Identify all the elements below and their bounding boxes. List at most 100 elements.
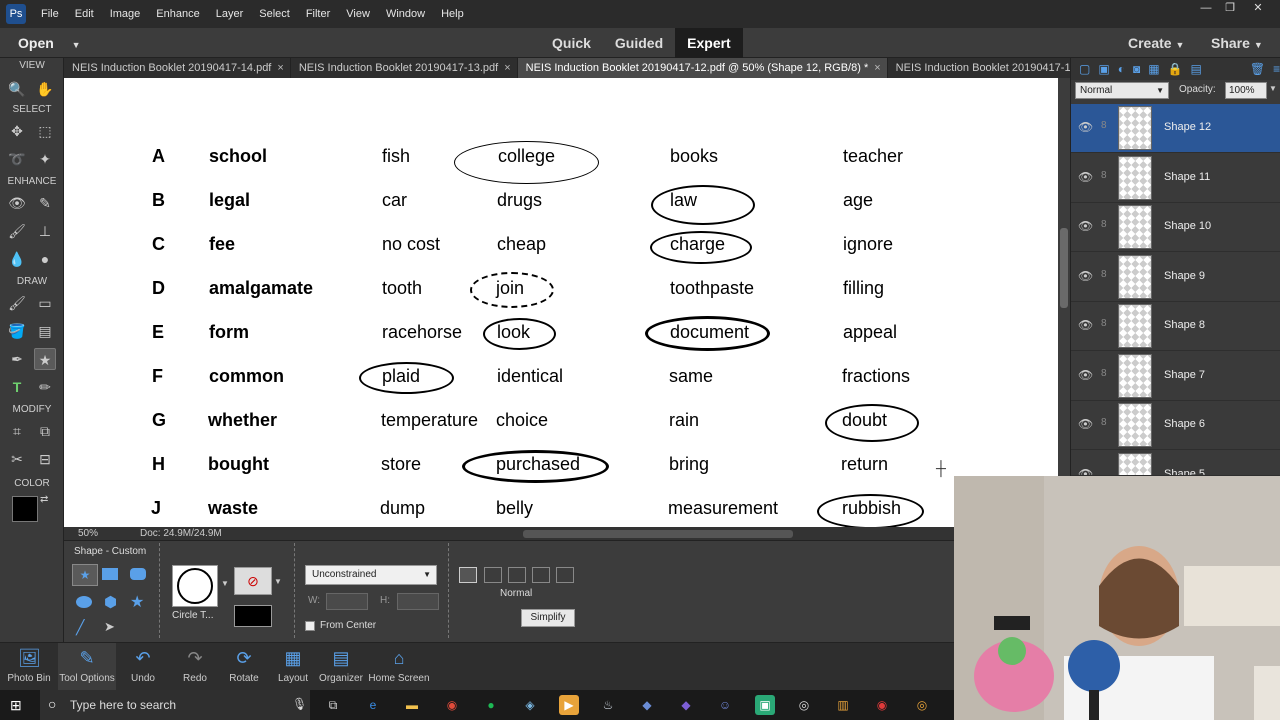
- layer-mask-icon[interactable]: ◙: [1133, 62, 1140, 76]
- app-icon[interactable]: ▥: [833, 695, 853, 715]
- app-icon[interactable]: ◎: [912, 695, 932, 715]
- tab-doc-14[interactable]: NEIS Induction Booklet 20190417-14.pdf ×: [64, 58, 291, 78]
- menu-view[interactable]: View: [338, 8, 378, 20]
- answer-circle-shape[interactable]: [645, 316, 770, 351]
- eye-icon[interactable]: 👁: [1078, 467, 1093, 475]
- app-icon[interactable]: ▣: [755, 695, 775, 715]
- eye-icon[interactable]: 👁: [1078, 318, 1093, 332]
- link-icon[interactable]: 8: [1101, 368, 1107, 379]
- type-tool-icon[interactable]: T: [6, 376, 28, 398]
- mode-guided[interactable]: Guided: [603, 28, 675, 58]
- menu-help[interactable]: Help: [433, 8, 472, 20]
- menu-edit[interactable]: Edit: [67, 8, 102, 20]
- answer-circle-shape[interactable]: [825, 404, 919, 442]
- subtract-shape-mode-icon[interactable]: [508, 567, 526, 583]
- clone-stamp-icon[interactable]: ⊥: [34, 220, 56, 242]
- close-tab-icon[interactable]: ×: [504, 62, 510, 74]
- move-tool-icon[interactable]: ✥: [6, 120, 28, 142]
- menu-window[interactable]: Window: [378, 8, 433, 20]
- crop-tool-icon[interactable]: ⌗: [6, 420, 28, 442]
- horizontal-scrollbar-thumb[interactable]: [523, 530, 793, 538]
- media-player-icon[interactable]: ▶: [559, 695, 579, 715]
- polygon-shape-icon[interactable]: ⬢: [104, 593, 117, 611]
- answer-circle-shape[interactable]: [650, 231, 752, 264]
- edge-icon[interactable]: e: [363, 695, 383, 715]
- gradient-tool-icon[interactable]: ▤: [34, 320, 56, 342]
- add-shape-mode-icon[interactable]: [484, 567, 502, 583]
- marquee-tool-icon[interactable]: ⬚: [34, 120, 56, 142]
- layer-row[interactable]: 👁 8 Shape 6: [1071, 401, 1280, 450]
- hand-tool-icon[interactable]: ✋: [34, 78, 56, 100]
- lock-icon[interactable]: 🔒: [1168, 62, 1183, 76]
- link-icon[interactable]: 8: [1101, 170, 1107, 181]
- answer-circle-shape-selected[interactable]: [470, 272, 554, 308]
- star-shape-icon[interactable]: ★: [130, 592, 144, 612]
- healing-brush-icon[interactable]: ✎: [34, 192, 56, 214]
- layer-row[interactable]: 👁 8 Shape 8: [1071, 302, 1280, 351]
- recompose-tool-icon[interactable]: ⧉: [34, 420, 56, 442]
- vertical-scrollbar[interactable]: [1058, 78, 1070, 527]
- custom-shape-tool-icon[interactable]: ★: [34, 348, 56, 370]
- paint-bucket-icon[interactable]: 🪣: [6, 320, 28, 342]
- windows-start-icon[interactable]: ⊞: [10, 697, 22, 714]
- layer-style-icon[interactable]: ▤: [1190, 62, 1201, 76]
- color-swatch[interactable]: [234, 605, 272, 627]
- open-button[interactable]: Open ▼: [18, 35, 81, 51]
- constraint-select[interactable]: Unconstrained ▼: [305, 565, 437, 585]
- shape-picker[interactable]: [172, 565, 218, 607]
- eraser-tool-icon[interactable]: ▭: [34, 292, 56, 314]
- exclude-shape-mode-icon[interactable]: [556, 567, 574, 583]
- width-input[interactable]: [326, 593, 368, 610]
- taskbar-search[interactable]: ○ Type here to search 🎙: [40, 690, 310, 720]
- brush-tool-icon[interactable]: 🖌: [6, 292, 28, 314]
- custom-shape-icon[interactable]: ★: [72, 564, 98, 586]
- mode-quick[interactable]: Quick: [540, 28, 603, 58]
- menu-select[interactable]: Select: [251, 8, 298, 20]
- eye-icon[interactable]: 👁: [1078, 120, 1093, 134]
- no-style-swatch-icon[interactable]: ⊘: [234, 567, 272, 595]
- adjustment-layer-icon[interactable]: ◐: [1118, 62, 1125, 76]
- blur-tool-icon[interactable]: 💧: [6, 248, 28, 270]
- link-icon[interactable]: 8: [1101, 417, 1107, 428]
- rectangle-shape-icon[interactable]: [102, 568, 118, 580]
- red-eye-tool-icon[interactable]: 👁: [6, 192, 28, 214]
- pencil-tool-icon[interactable]: ✏: [34, 376, 56, 398]
- trash-icon[interactable]: 🗑: [1250, 62, 1265, 76]
- mode-expert[interactable]: Expert: [675, 28, 743, 58]
- tab-doc-13[interactable]: NEIS Induction Booklet 20190417-13.pdf ×: [291, 58, 518, 78]
- close-button[interactable]: ✕: [1246, 0, 1270, 16]
- smart-brush-icon[interactable]: 🖌: [6, 220, 28, 242]
- layer-row[interactable]: 👁 8 Shape 10: [1071, 203, 1280, 252]
- link-icon[interactable]: 8: [1101, 318, 1107, 329]
- magic-wand-tool-icon[interactable]: ✦: [34, 148, 56, 170]
- answer-circle-shape[interactable]: [454, 141, 599, 184]
- app-icon[interactable]: ◈: [520, 695, 540, 715]
- eye-icon[interactable]: 👁: [1078, 417, 1093, 431]
- menu-enhance[interactable]: Enhance: [148, 8, 207, 20]
- menu-filter[interactable]: Filter: [298, 8, 338, 20]
- new-layer-icon[interactable]: ▢: [1079, 62, 1090, 76]
- share-button[interactable]: Share ▼: [1211, 35, 1263, 51]
- answer-circle-shape[interactable]: [483, 318, 556, 350]
- microphone-icon[interactable]: 🎙: [292, 697, 307, 711]
- obs-icon[interactable]: ◉: [872, 695, 892, 715]
- eye-icon[interactable]: 👁: [1078, 170, 1093, 184]
- new-shape-mode-icon[interactable]: [459, 567, 477, 583]
- link-icon[interactable]: 8: [1101, 219, 1107, 230]
- spotify-icon[interactable]: ●: [481, 695, 501, 715]
- layer-row[interactable]: 👁 8 Shape 11: [1071, 154, 1280, 203]
- opacity-input[interactable]: 100%: [1225, 82, 1267, 99]
- new-group-icon[interactable]: ▣: [1098, 62, 1109, 76]
- content-aware-move-icon[interactable]: ✂: [6, 448, 28, 470]
- swap-colors-icon[interactable]: ⇄: [40, 494, 48, 505]
- eye-icon[interactable]: 👁: [1078, 368, 1093, 382]
- chevron-down-icon[interactable]: ▼: [1269, 84, 1277, 93]
- close-tab-icon[interactable]: ×: [874, 62, 880, 74]
- app-icon[interactable]: ◆: [676, 695, 696, 715]
- eye-icon[interactable]: 👁: [1078, 269, 1093, 283]
- close-tab-icon[interactable]: ×: [277, 62, 283, 74]
- create-button[interactable]: Create ▼: [1128, 35, 1184, 51]
- menu-layer[interactable]: Layer: [208, 8, 252, 20]
- tool-options-button[interactable]: ✎ Tool Options: [58, 643, 116, 691]
- line-shape-icon[interactable]: ╱: [76, 619, 84, 636]
